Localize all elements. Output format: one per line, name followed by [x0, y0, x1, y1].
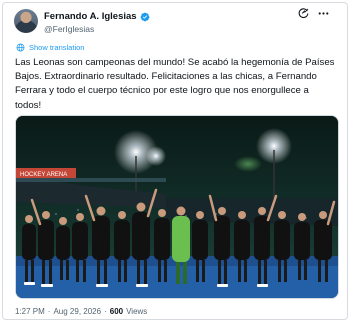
- tweet-time[interactable]: 1:27 PM: [15, 307, 45, 316]
- stadium-banner-text: HOCKEY ARENA: [20, 172, 67, 178]
- show-translation-label: Show translation: [29, 43, 85, 52]
- globe-icon: [16, 43, 25, 52]
- grok-icon[interactable]: [297, 7, 310, 20]
- tweet-meta: 1:27 PM · Aug 29, 2026 · 600 Views: [15, 307, 147, 316]
- tweet-text: Las Leonas son campeonas del mundo! Se a…: [15, 57, 335, 111]
- verified-badge-icon: [140, 12, 149, 21]
- meta-separator: ·: [104, 307, 107, 316]
- tweet-date[interactable]: Aug 29, 2026: [53, 307, 101, 316]
- author-display-name[interactable]: Fernando A. Iglesias: [44, 11, 137, 22]
- author-handle[interactable]: @FerIglesias: [44, 24, 94, 34]
- more-icon[interactable]: [317, 7, 330, 20]
- tweet-header: Fernando A. Iglesias @FerIglesias: [14, 9, 338, 39]
- team-celebration-photo: HOCKEY ARENA: [16, 116, 338, 298]
- avatar[interactable]: [14, 9, 38, 33]
- meta-separator: ·: [47, 307, 51, 316]
- author-name-row: Fernando A. Iglesias: [44, 11, 150, 22]
- tweet-card[interactable]: Fernando A. Iglesias @FerIglesias Show t…: [2, 2, 348, 320]
- show-translation-link[interactable]: Show translation: [16, 43, 84, 52]
- tweet-photo[interactable]: HOCKEY ARENA: [15, 115, 339, 299]
- views-label: Views: [126, 307, 148, 316]
- views-count: 600: [109, 307, 124, 316]
